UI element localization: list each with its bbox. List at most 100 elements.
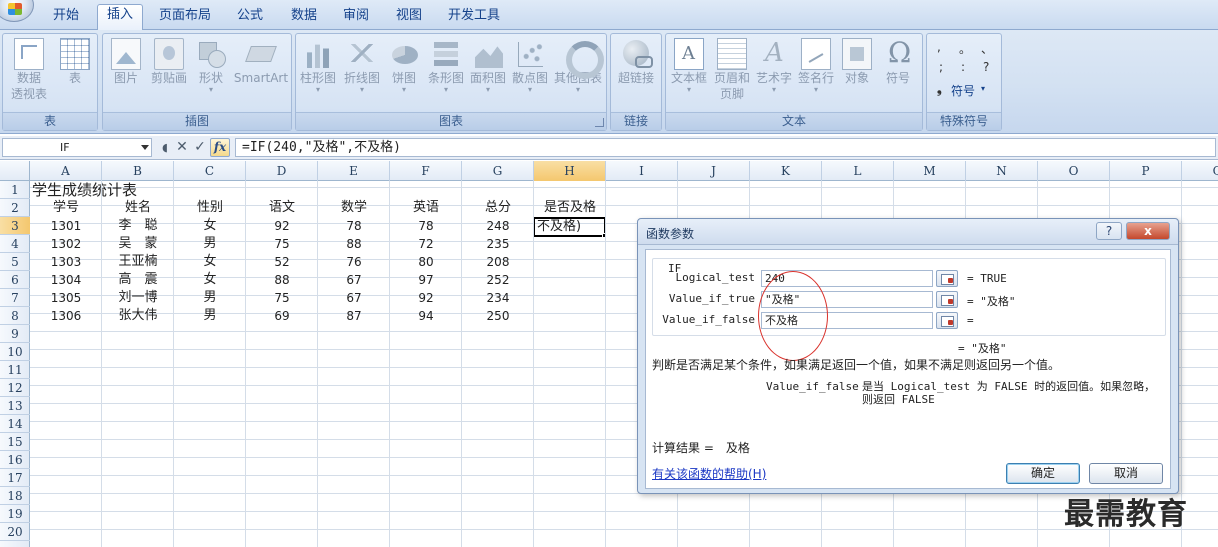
table-cell[interactable]: 250 — [462, 307, 534, 325]
tab-home[interactable]: 开始 — [40, 6, 92, 28]
other-charts-button[interactable]: 其他图表 ▾ — [552, 36, 604, 108]
smartart-button[interactable]: SmartArt — [233, 36, 289, 108]
row-header-19[interactable]: 19 — [0, 505, 30, 523]
tab-page-layout[interactable]: 页面布局 — [152, 6, 218, 28]
column-chart-button[interactable]: 柱形图 ▾ — [298, 36, 338, 108]
column-header-q[interactable]: Q — [1182, 161, 1218, 181]
row-header-10[interactable]: 10 — [0, 343, 30, 361]
table-cell[interactable]: 1301 — [30, 217, 102, 235]
collapse-dialog-icon[interactable] — [936, 270, 958, 287]
table-cell[interactable]: 87 — [318, 307, 390, 325]
row-header-6[interactable]: 6 — [0, 271, 30, 289]
row-header-4[interactable]: 4 — [0, 235, 30, 253]
symbol-question[interactable]: ? — [983, 60, 989, 74]
column-header-b[interactable]: B — [102, 161, 174, 181]
column-header-l[interactable]: L — [822, 161, 894, 181]
row-header-12[interactable]: 12 — [0, 379, 30, 397]
column-header-e[interactable]: E — [318, 161, 390, 181]
hyperlink-button[interactable]: 超链接 — [614, 36, 658, 108]
close-button[interactable]: x — [1126, 222, 1170, 240]
table-cell[interactable]: 女 — [174, 271, 246, 289]
tab-insert[interactable]: 插入 — [97, 4, 143, 31]
row-header-17[interactable]: 17 — [0, 469, 30, 487]
table-cell[interactable]: 234 — [462, 289, 534, 307]
table-cell[interactable]: 208 — [462, 253, 534, 271]
tab-data[interactable]: 数据 — [282, 6, 326, 28]
textbox-button[interactable]: 文本框 ▾ — [668, 36, 710, 108]
help-button[interactable]: ? — [1096, 222, 1122, 240]
header-cell[interactable]: 数学 — [318, 199, 390, 217]
table-cell[interactable]: 69 — [246, 307, 318, 325]
name-box-dropdown-icon[interactable] — [141, 145, 149, 150]
row-header-5[interactable]: 5 — [0, 253, 30, 271]
column-header-j[interactable]: J — [678, 161, 750, 181]
header-cell[interactable]: 语文 — [246, 199, 318, 217]
table-cell[interactable]: 李 聪 — [102, 217, 174, 235]
row-header-2[interactable]: 2 — [0, 199, 30, 217]
table-cell[interactable]: 80 — [390, 253, 462, 271]
insert-function-icon[interactable]: fx — [210, 138, 230, 157]
pie-chart-button[interactable]: 饼图 ▾ — [386, 36, 422, 108]
tab-view[interactable]: 视图 — [387, 6, 431, 28]
column-header-a[interactable]: A — [30, 161, 102, 181]
table-cell[interactable]: 67 — [318, 271, 390, 289]
special-symbol-button[interactable]: 符号 — [951, 82, 975, 99]
table-cell[interactable]: 高 震 — [102, 271, 174, 289]
wordart-button[interactable]: 艺术字 ▾ — [754, 36, 794, 108]
table-cell[interactable]: 72 — [390, 235, 462, 253]
symbol-colon[interactable]: : — [961, 60, 965, 74]
active-cell-h3[interactable]: 不及格) — [533, 217, 606, 237]
sheet-title[interactable]: 学生成绩统计表 — [32, 181, 137, 199]
table-cell[interactable]: 88 — [246, 271, 318, 289]
symbol-enum-comma[interactable]: 、 — [981, 40, 993, 57]
header-footer-button[interactable]: 页眉和 页脚 — [712, 36, 752, 108]
table-cell[interactable]: 1305 — [30, 289, 102, 307]
name-box[interactable]: IF — [2, 138, 152, 157]
object-button[interactable]: 对象 — [838, 36, 876, 108]
tab-formulas[interactable]: 公式 — [228, 6, 272, 28]
row-header-18[interactable]: 18 — [0, 487, 30, 505]
header-cell[interactable]: 性别 — [174, 199, 246, 217]
clipart-button[interactable]: 剪贴画 — [149, 36, 189, 108]
function-help-link[interactable]: 有关该函数的帮助(H) — [652, 465, 766, 482]
row-header-9[interactable]: 9 — [0, 325, 30, 343]
bar-chart-button[interactable]: 条形图 ▾ — [426, 36, 466, 108]
tab-review[interactable]: 审阅 — [336, 6, 376, 28]
table-cell[interactable]: 97 — [390, 271, 462, 289]
row-header-15[interactable]: 15 — [0, 433, 30, 451]
area-chart-button[interactable]: 面积图 ▾ — [468, 36, 508, 108]
symbol-semicolon[interactable]: ; — [939, 60, 943, 74]
table-cell[interactable]: 1303 — [30, 253, 102, 271]
table-cell[interactable]: 252 — [462, 271, 534, 289]
table-cell[interactable]: 1306 — [30, 307, 102, 325]
tab-developer[interactable]: 开发工具 — [442, 6, 506, 28]
row-header-20[interactable]: 20 — [0, 523, 30, 541]
table-cell[interactable]: 1304 — [30, 271, 102, 289]
charts-dialog-launcher-icon[interactable] — [595, 118, 604, 127]
column-header-m[interactable]: M — [894, 161, 966, 181]
signature-line-button[interactable]: 签名行 ▾ — [796, 36, 836, 108]
dialog-title-bar[interactable]: 函数参数 ? x — [638, 219, 1178, 245]
formula-input[interactable]: =IF(240,"及格",不及格) — [235, 138, 1216, 157]
table-button[interactable]: 表 — [55, 36, 95, 108]
cancel-button[interactable]: 取消 — [1089, 463, 1163, 484]
select-all-corner[interactable] — [0, 161, 30, 181]
header-cell[interactable]: 总分 — [462, 199, 534, 217]
column-header-o[interactable]: O — [1038, 161, 1110, 181]
drag-handle-icon[interactable]: ◖ — [158, 139, 172, 156]
header-cell[interactable]: 是否及格 — [534, 199, 606, 217]
row-header-16[interactable]: 16 — [0, 451, 30, 469]
table-cell[interactable]: 52 — [246, 253, 318, 271]
table-cell[interactable]: 男 — [174, 307, 246, 325]
collapse-dialog-icon[interactable] — [936, 291, 958, 308]
table-cell[interactable]: 78 — [318, 217, 390, 235]
line-chart-button[interactable]: 折线图 ▾ — [342, 36, 382, 108]
table-cell[interactable]: 男 — [174, 289, 246, 307]
table-cell[interactable]: 女 — [174, 253, 246, 271]
table-cell[interactable]: 92 — [390, 289, 462, 307]
table-cell[interactable]: 刘一博 — [102, 289, 174, 307]
row-header-11[interactable]: 11 — [0, 361, 30, 379]
symbol-period[interactable]: 。 — [959, 40, 971, 57]
table-cell[interactable]: 67 — [318, 289, 390, 307]
row-header-14[interactable]: 14 — [0, 415, 30, 433]
